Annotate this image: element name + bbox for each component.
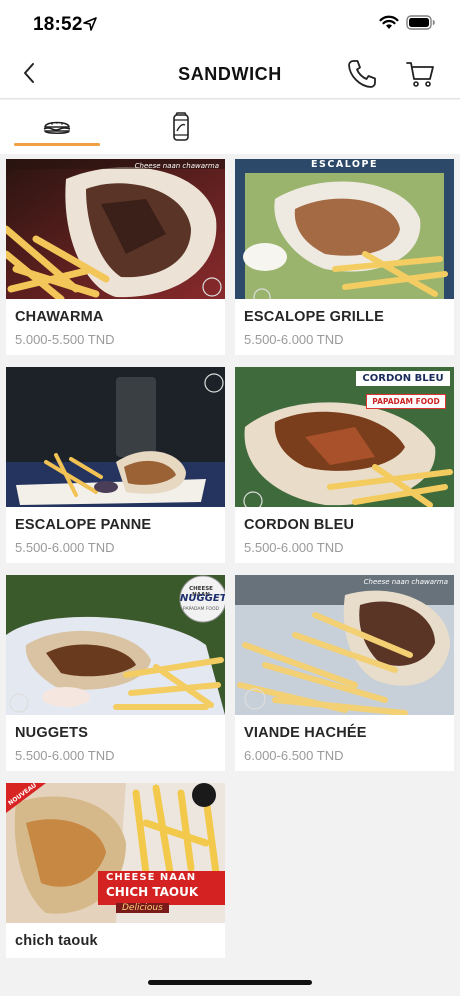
- active-tab-indicator: [14, 143, 100, 146]
- chawarma-photo: [6, 159, 225, 299]
- cordon-bleu-photo: [235, 367, 454, 507]
- product-name: NUGGETS: [15, 725, 89, 741]
- location-arrow-icon: [83, 17, 97, 31]
- product-price: 5.500-6.000 TND: [244, 540, 344, 555]
- app-header: SANDWICH: [0, 50, 460, 99]
- product-image: [6, 367, 225, 507]
- sandwich-icon: [43, 121, 71, 135]
- product-price: 5.500-6.000 TND: [15, 540, 115, 555]
- image-title-text: CORDON BLEU: [356, 371, 450, 386]
- image-brand-text: Cheese naan chawarma: [134, 162, 219, 170]
- product-card-cordon-bleu[interactable]: CORDON BLEU PAPADAM FOOD CORDON BLEU 5.5…: [235, 367, 454, 563]
- phone-icon: [348, 60, 376, 88]
- product-price: 5.500-6.000 TND: [15, 748, 115, 763]
- product-card-escalope-grille[interactable]: ESCALOPE ESCALOPE GRILLE 5.500-6.000 TND: [235, 159, 454, 355]
- status-time: 18:52: [33, 14, 83, 35]
- product-image: Cheese naan chawarma: [235, 575, 454, 715]
- product-name: CORDON BLEU: [244, 517, 355, 533]
- cart-icon: [406, 62, 434, 87]
- product-name: VIANDE HACHÉE: [244, 725, 367, 741]
- product-card-chich-taouk[interactable]: NOUVEAU CHEESE NAAN CHICH TAOUK Deliciou…: [6, 783, 225, 958]
- product-price: 5.000-5.500 TND: [15, 332, 115, 347]
- wifi-icon: [379, 15, 399, 29]
- image-brand-text: CHEESE NAAN: [106, 872, 197, 883]
- product-card-viande-hachee[interactable]: Cheese naan chawarma VIANDE HACHÉE 6.000…: [235, 575, 454, 771]
- product-price: 6.000-6.500 TND: [244, 748, 344, 763]
- chich-taouk-photo: [6, 783, 225, 923]
- product-image: ESCALOPE: [235, 159, 454, 299]
- product-name: CHAWARMA: [15, 309, 104, 325]
- product-image: CHEESE NAAN NUGGETS PAPADAM FOOD: [6, 575, 225, 715]
- product-image: CORDON BLEU PAPADAM FOOD: [235, 367, 454, 507]
- home-indicator[interactable]: [148, 980, 312, 985]
- tab-drinks[interactable]: [138, 100, 224, 154]
- soda-can-icon: [173, 112, 189, 141]
- battery-icon: [406, 15, 435, 30]
- product-name: ESCALOPE GRILLE: [244, 309, 384, 325]
- product-name: ESCALOPE PANNE: [15, 517, 152, 533]
- image-title-text: NUGGETS: [180, 593, 225, 604]
- category-tabs: [0, 100, 460, 154]
- image-brand-text: PAPADAM FOOD: [366, 394, 446, 409]
- product-card-escalope-panne[interactable]: ESCALOPE PANNE 5.500-6.000 TND: [6, 367, 225, 563]
- product-card-chawarma[interactable]: Cheese naan chawarma CHAWARMA 5.000-5.50…: [6, 159, 225, 355]
- product-name: chich taouk: [15, 933, 98, 949]
- image-subtext: PAPADAM FOOD: [183, 607, 219, 612]
- cart-button[interactable]: [402, 56, 438, 92]
- viande-hachee-photo: [235, 575, 454, 715]
- product-card-nuggets[interactable]: CHEESE NAAN NUGGETS PAPADAM FOOD NUGGETS…: [6, 575, 225, 771]
- product-image: Cheese naan chawarma: [6, 159, 225, 299]
- escalope-panne-photo: [6, 367, 225, 507]
- image-title-text: ESCALOPE: [311, 159, 378, 170]
- image-brand-text: Cheese naan chawarma: [363, 578, 448, 586]
- escalope-grille-photo: [235, 159, 454, 299]
- image-title-text: CHICH TAOUK: [106, 885, 199, 899]
- product-price: 5.500-6.000 TND: [244, 332, 344, 347]
- call-button[interactable]: [344, 56, 380, 92]
- page-title: SANDWICH: [178, 64, 282, 84]
- product-image: NOUVEAU CHEESE NAAN CHICH TAOUK Deliciou…: [6, 783, 225, 923]
- status-bar: 18:52: [0, 0, 460, 50]
- image-tagline-text: Delicious: [116, 903, 169, 913]
